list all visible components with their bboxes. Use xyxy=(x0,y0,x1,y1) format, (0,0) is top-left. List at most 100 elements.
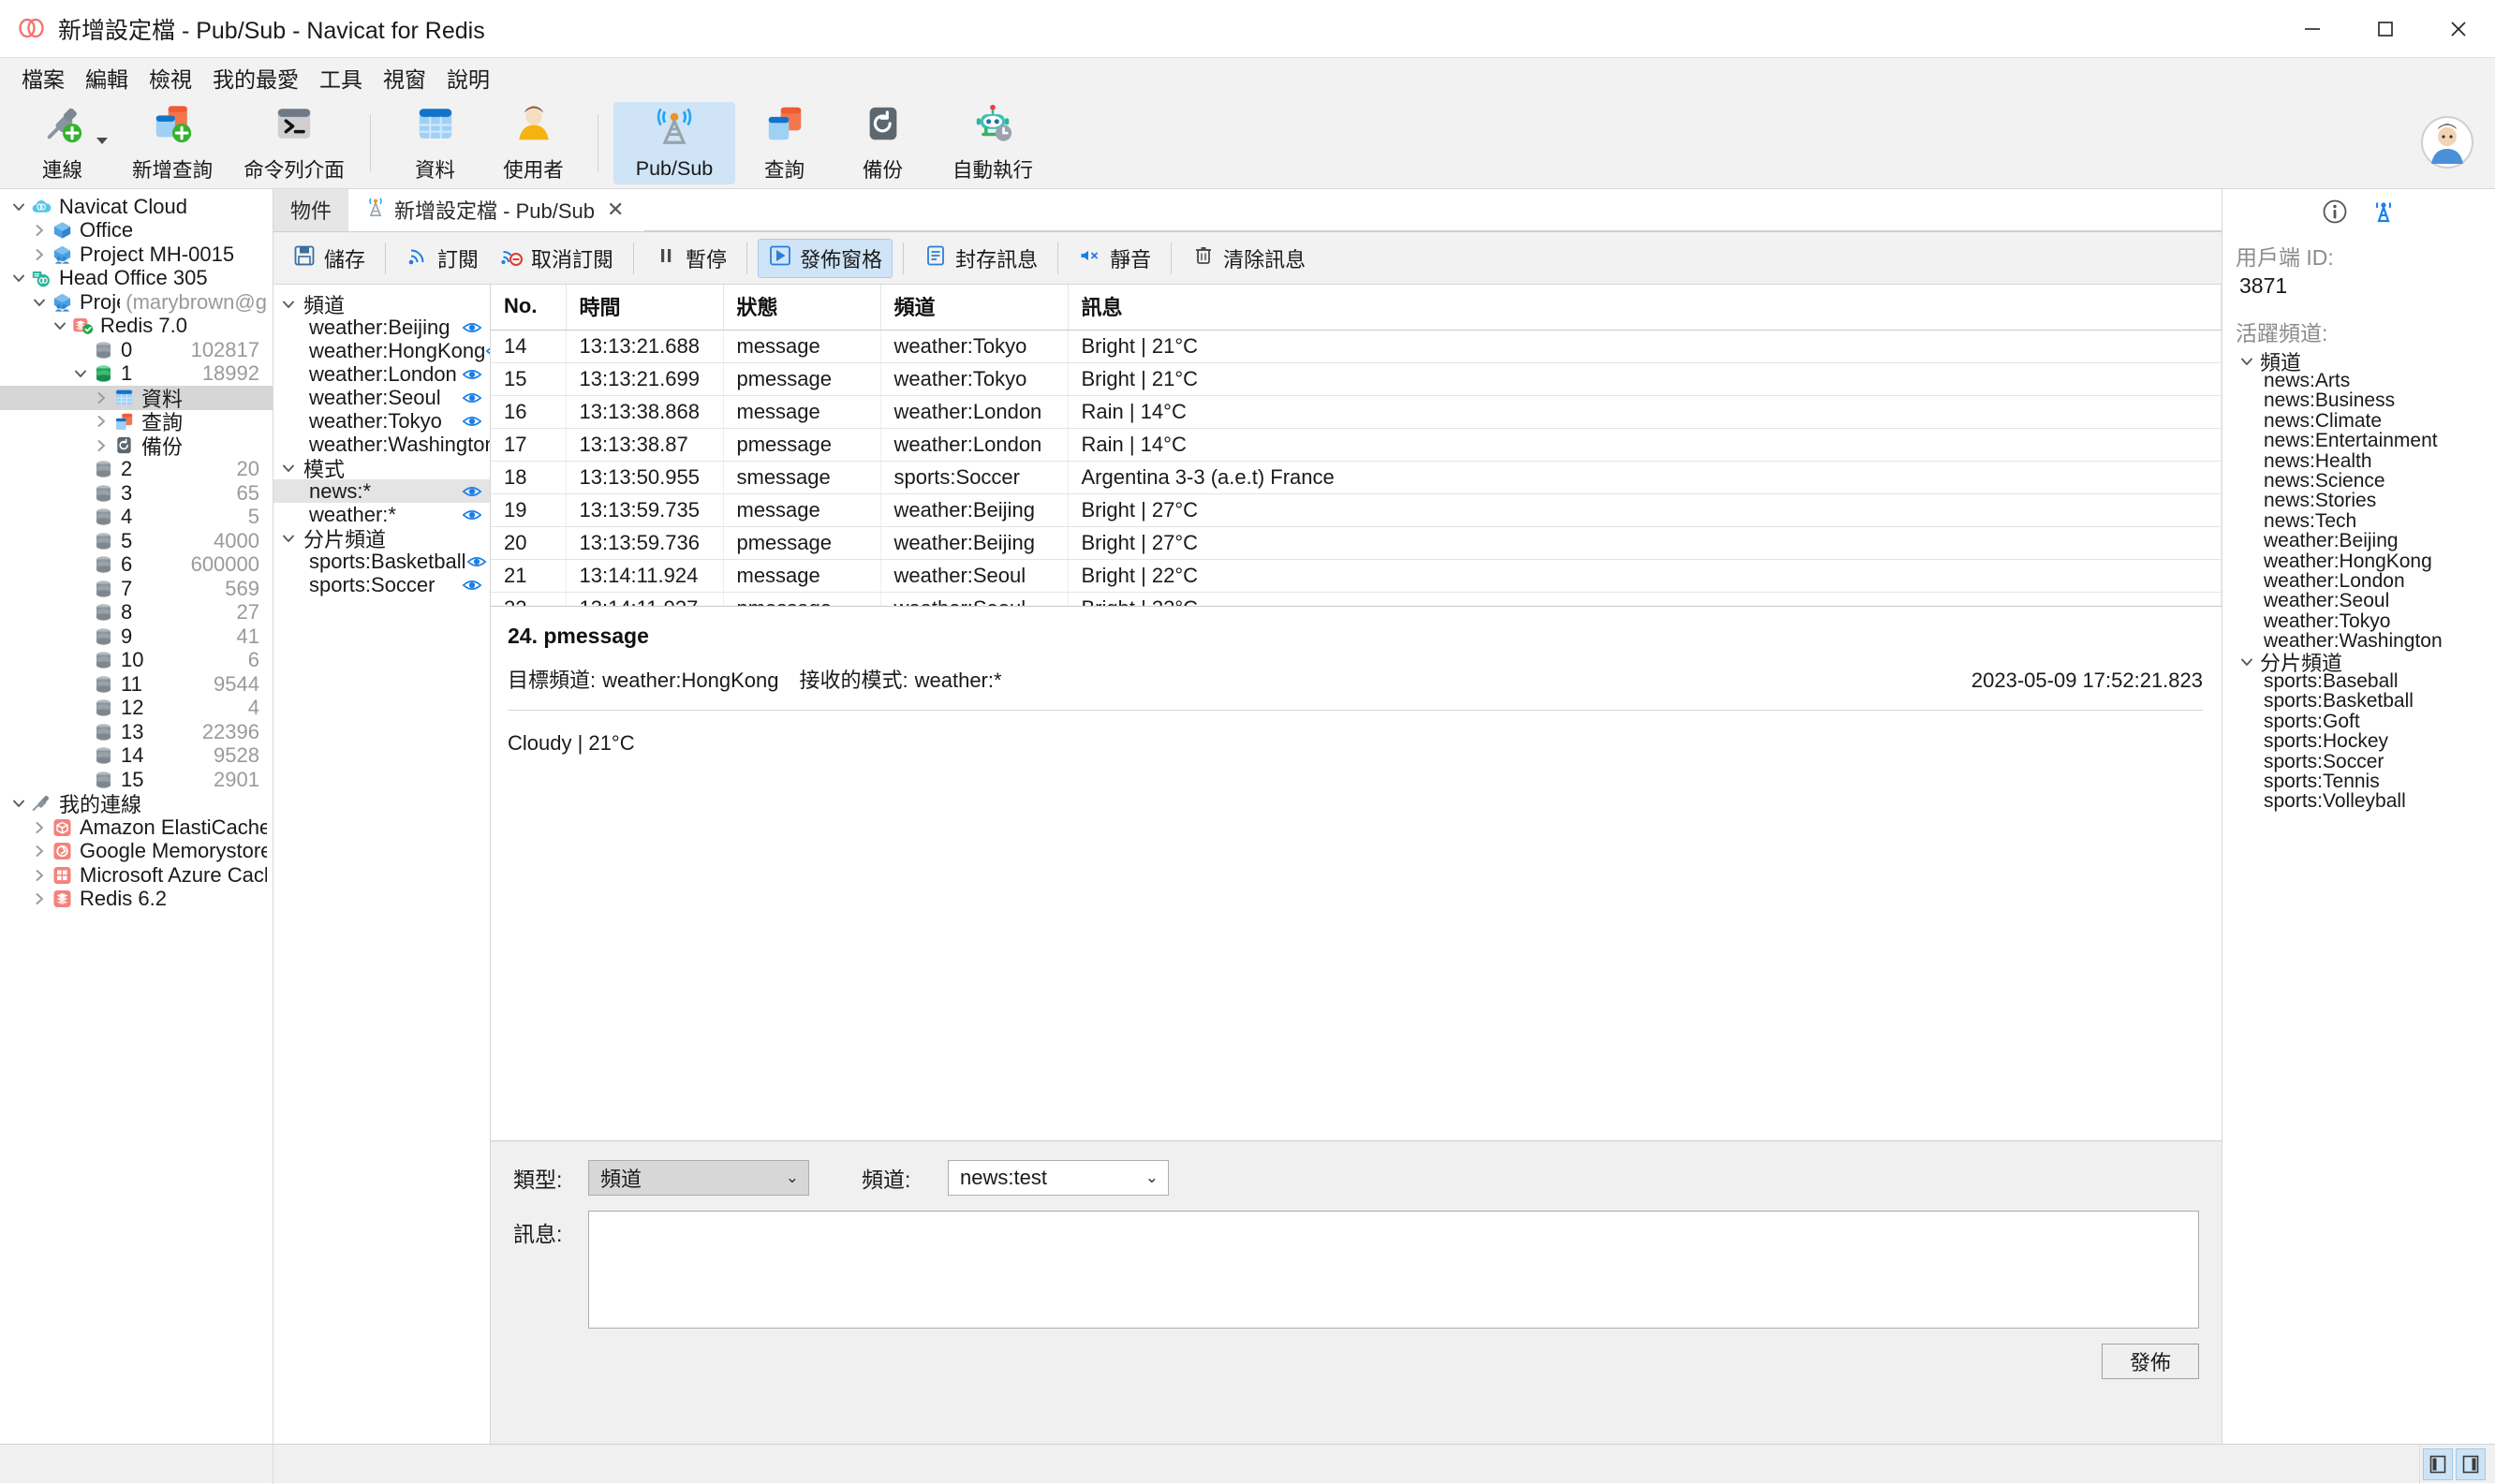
channel-item[interactable]: weather:Tokyo xyxy=(273,409,490,433)
active-channel-item[interactable]: sports:Baseball xyxy=(2236,670,2482,692)
active-channel-item[interactable]: sports:Hockey xyxy=(2236,730,2482,752)
tree-item-Redis 7.0[interactable]: Redis 7.0 xyxy=(0,314,273,339)
tree-item-Head Office 305[interactable]: Head Office 305 xyxy=(0,266,273,291)
toolbar-button-資料[interactable]: 資料 xyxy=(386,102,484,184)
active-channel-item[interactable]: news:Arts xyxy=(2236,370,2482,391)
toolbar-button-Pub/Sub[interactable]: Pub/Sub xyxy=(613,101,735,184)
twisty-right-icon[interactable] xyxy=(28,246,51,263)
active-channel-item[interactable]: news:Climate xyxy=(2236,410,2482,432)
menu-item-4[interactable]: 工具 xyxy=(309,58,373,97)
tree-item-5[interactable]: 5 4000 xyxy=(0,529,273,553)
tree-item-3[interactable]: 3 65 xyxy=(0,481,273,506)
tree-item-我的連線[interactable]: 我的連線 xyxy=(0,792,273,816)
channel-item[interactable]: sports:Soccer xyxy=(273,573,490,596)
tree-item-11[interactable]: 11 9544 xyxy=(0,672,273,697)
column-header-0[interactable]: No. xyxy=(491,285,567,331)
eye-icon[interactable] xyxy=(466,552,487,571)
twisty-right-icon[interactable] xyxy=(28,222,51,239)
active-group-頻道[interactable]: 頻道 xyxy=(2236,351,2482,375)
active-channel-item[interactable]: news:Stories xyxy=(2236,490,2482,511)
tree-item-6[interactable]: 6 600000 xyxy=(0,552,273,578)
twisty-right-icon[interactable] xyxy=(90,437,112,454)
menu-item-2[interactable]: 檢視 xyxy=(139,58,202,97)
twisty-down-icon[interactable] xyxy=(49,317,71,334)
active-channel-item[interactable]: sports:Soccer xyxy=(2236,751,2482,772)
eye-icon[interactable] xyxy=(462,318,482,337)
tree-item-2[interactable]: 2 20 xyxy=(0,457,273,482)
subtoolbar-button-儲存[interactable]: 儲存 xyxy=(283,239,375,278)
message-input[interactable] xyxy=(588,1211,2199,1329)
tree-item-8[interactable]: 8 27 xyxy=(0,600,273,625)
tree-item-7[interactable]: 7 569 xyxy=(0,577,273,601)
eye-icon[interactable] xyxy=(462,389,482,407)
minimize-button[interactable] xyxy=(2276,0,2349,58)
twisty-down-icon[interactable] xyxy=(28,294,51,311)
twisty-right-icon[interactable] xyxy=(90,389,112,406)
channel-item[interactable]: weather:Beijing xyxy=(273,316,490,339)
menu-item-3[interactable]: 我的最愛 xyxy=(202,58,309,97)
table-row[interactable]: 17 13:13:38.87 pmessage weather:London Rain … xyxy=(491,428,2222,462)
tree-item-4[interactable]: 45 xyxy=(0,505,273,530)
twisty-down-icon[interactable] xyxy=(7,795,30,812)
toolbar-button-自動執行[interactable]: 自動執行 xyxy=(932,102,1054,184)
tree-item-Office[interactable]: Office xyxy=(0,218,273,243)
tree-item-10[interactable]: 10 6 xyxy=(0,648,273,673)
tree-item-1[interactable]: 1 18992 xyxy=(0,361,273,387)
active-channel-item[interactable]: sports:Goft xyxy=(2236,711,2482,732)
connection-tree[interactable]: Navicat Cloud Office Project MH-0015 Head O… xyxy=(0,189,273,1444)
active-channel-item[interactable]: sports:Tennis xyxy=(2236,771,2482,792)
twisty-down-icon[interactable] xyxy=(277,296,300,313)
twisty-right-icon[interactable] xyxy=(28,867,51,884)
subscribed-channels-panel[interactable]: 頻道 weather:Beijing weather:HongKong weather… xyxy=(273,285,491,1444)
menu-item-6[interactable]: 說明 xyxy=(436,58,500,97)
eye-icon[interactable] xyxy=(462,506,482,524)
left-panel-toggle[interactable] xyxy=(2423,1447,2453,1480)
tree-item-Navicat Cloud[interactable]: Navicat Cloud xyxy=(0,195,273,219)
tab-0[interactable]: 物件 xyxy=(273,188,349,231)
messages-table-scroll[interactable]: No. 時間 狀態 頻道 訊息 14 13:13:21.688 message weather… xyxy=(491,285,2222,607)
toolbar-button-新增查詢[interactable]: 新增查詢 xyxy=(111,102,233,184)
toolbar-button-連線[interactable]: 連線 xyxy=(13,102,111,184)
active-channel-item[interactable]: news:Science xyxy=(2236,470,2482,492)
table-row[interactable]: 20 13:13:59.736 pmessage weather:Beijing Bri… xyxy=(491,526,2222,560)
twisty-right-icon[interactable] xyxy=(28,890,51,907)
active-channel-item[interactable]: weather:HongKong xyxy=(2236,551,2482,572)
tree-item-12[interactable]: 12 4 xyxy=(0,696,273,721)
subtoolbar-button-訂閱[interactable]: 訂閱 xyxy=(396,239,488,278)
twisty-down-icon[interactable] xyxy=(2236,353,2258,370)
channel-select[interactable]: news:test ⌄ xyxy=(948,1160,1169,1196)
tree-item-13[interactable]: 13 22396 xyxy=(0,720,273,744)
twisty-down-icon[interactable] xyxy=(2236,654,2258,670)
toolbar-button-備份[interactable]: 備份 xyxy=(834,102,932,184)
eye-icon[interactable] xyxy=(462,412,482,431)
channel-item[interactable]: sports:Basketball xyxy=(273,550,490,573)
table-row[interactable]: 19 13:13:59.735 message weather:Beijing Brig… xyxy=(491,493,2222,527)
channel-group-頻道[interactable]: 頻道 xyxy=(273,292,490,317)
table-row[interactable]: 21 13:14:11.924 message weather:Seoul Bright… xyxy=(491,559,2222,593)
maximize-button[interactable] xyxy=(2349,0,2422,58)
tree-item-資料[interactable]: 資料 xyxy=(0,386,273,411)
twisty-down-icon[interactable] xyxy=(277,460,300,477)
tree-item-ProjectDT-0052[interactable]: ProjectDT-0052 (marybrown@g xyxy=(0,290,273,315)
subtoolbar-button-取消訂閱[interactable]: 取消訂閱 xyxy=(490,239,623,278)
toolbar-button-使用者[interactable]: 使用者 xyxy=(484,102,583,184)
publish-button[interactable]: 發佈 xyxy=(2102,1344,2199,1379)
active-channel-item[interactable]: news:Business xyxy=(2236,389,2482,411)
active-channel-item[interactable]: weather:London xyxy=(2236,570,2482,592)
menu-item-0[interactable]: 檔案 xyxy=(11,58,75,97)
avatar[interactable] xyxy=(2420,115,2474,175)
eye-icon[interactable] xyxy=(462,482,482,501)
menu-item-5[interactable]: 視窗 xyxy=(373,58,436,97)
channel-group-模式[interactable]: 模式 xyxy=(273,456,490,481)
tab-1[interactable]: 新增設定檔 - Pub/Sub ✕ xyxy=(348,188,645,231)
active-channel-item[interactable]: weather:Tokyo xyxy=(2236,610,2482,632)
toolbar-button-查詢[interactable]: 查詢 xyxy=(735,102,834,184)
twisty-down-icon[interactable] xyxy=(7,198,30,215)
tree-item-Project MH-0015[interactable]: Project MH-0015 xyxy=(0,242,273,267)
subtoolbar-button-暫停[interactable]: 暫停 xyxy=(644,239,736,278)
tree-item-Microsoft Azure Cache for Redis[interactable]: Microsoft Azure Cache for Redis xyxy=(0,863,273,888)
subtoolbar-button-封存訊息[interactable]: 封存訊息 xyxy=(914,239,1047,278)
twisty-right-icon[interactable] xyxy=(90,413,112,430)
column-header-2[interactable]: 狀態 xyxy=(723,285,881,331)
channel-item[interactable]: news:* xyxy=(273,479,490,503)
